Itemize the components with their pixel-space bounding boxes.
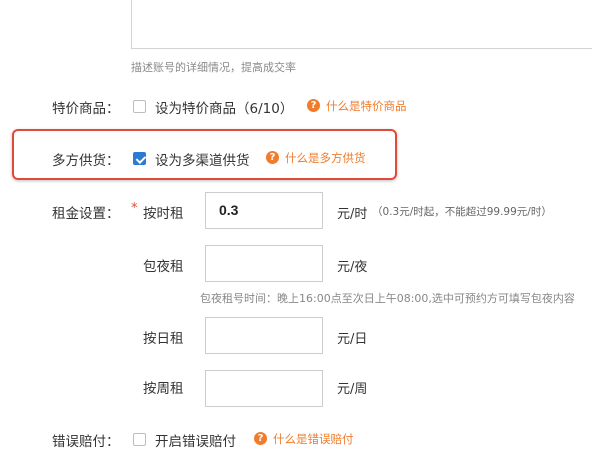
question-circle-icon[interactable]: ? — [307, 99, 320, 112]
multi-supply-option[interactable]: 设为多渠道供货 — [155, 149, 250, 169]
multi-supply-help-link[interactable]: 什么是多方供货 — [285, 150, 366, 166]
daily-rent-input[interactable] — [205, 317, 323, 354]
hourly-rent-label: 按时租 — [143, 206, 184, 222]
hourly-rent-note: （0.3元/时起，不能超过99.99元/时） — [372, 206, 552, 218]
description-textarea[interactable] — [131, 0, 592, 49]
special-goods-checkbox[interactable] — [133, 100, 146, 113]
question-circle-icon[interactable]: ? — [266, 151, 279, 164]
question-circle-icon[interactable]: ? — [254, 432, 267, 445]
daily-rent-unit: 元/日 — [337, 332, 368, 347]
night-rent-label: 包夜租 — [143, 259, 184, 275]
hourly-rent-input[interactable]: 0.3 — [205, 192, 323, 229]
error-compensation-option[interactable]: 开启错误赔付 — [155, 430, 236, 450]
multi-supply-checkbox[interactable] — [133, 152, 146, 165]
weekly-rent-input[interactable] — [205, 370, 323, 407]
rent-settings-label: 租金设置： — [52, 206, 120, 222]
weekly-rent-label: 按周租 — [143, 381, 184, 397]
night-rent-unit: 元/夜 — [337, 260, 368, 275]
night-rent-note: 包夜租号时间：晚上16:00点至次日上午08:00,选中可预约方可填写包夜内容 — [200, 292, 575, 305]
daily-rent-label: 按日租 — [143, 331, 184, 347]
special-goods-help-link[interactable]: 什么是特价商品 — [326, 98, 407, 114]
required-mark: * — [131, 201, 138, 216]
multi-supply-label: 多方供货： — [52, 153, 120, 169]
error-compensation-checkbox[interactable] — [133, 433, 146, 446]
error-compensation-label: 错误赔付： — [52, 434, 120, 450]
special-goods-option[interactable]: 设为特价商品（6/10） — [155, 97, 293, 117]
special-goods-label: 特价商品： — [52, 101, 120, 117]
hourly-rent-unit: 元/时 — [337, 207, 368, 222]
weekly-rent-unit: 元/周 — [337, 382, 368, 397]
error-compensation-help-link[interactable]: 什么是错误赔付 — [273, 431, 354, 447]
description-hint: 描述账号的详细情况，提高成交率 — [131, 61, 296, 74]
night-rent-input[interactable] — [205, 245, 323, 282]
